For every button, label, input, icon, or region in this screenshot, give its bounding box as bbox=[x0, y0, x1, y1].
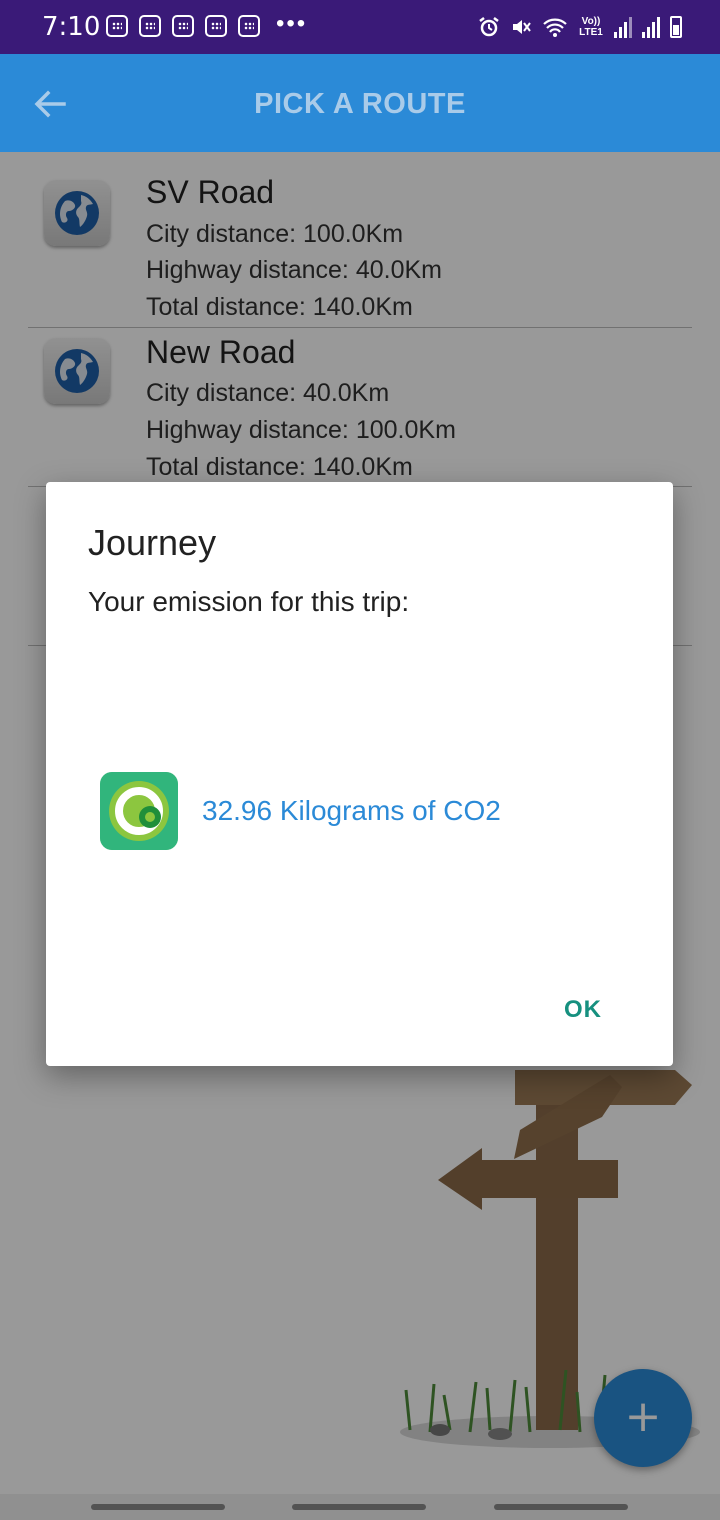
emission-value: 32.96 Kilograms of CO2 bbox=[202, 795, 501, 826]
page-title: PICK A ROUTE bbox=[254, 88, 466, 120]
alarm-icon bbox=[479, 17, 499, 37]
app-bar: PICK A ROUTE bbox=[0, 54, 720, 152]
signal-icon bbox=[642, 16, 660, 38]
more-notifications-icon: ••• bbox=[276, 10, 308, 37]
ok-button[interactable]: OK bbox=[564, 996, 602, 1024]
notification-icon bbox=[205, 15, 227, 37]
notification-icon bbox=[106, 15, 128, 37]
status-icons: Vo)) LTE1 bbox=[478, 14, 682, 40]
signal-icon bbox=[614, 16, 632, 38]
dialog-title: Journey bbox=[88, 522, 217, 563]
status-time: 7:10 bbox=[42, 12, 101, 42]
notification-icon bbox=[172, 15, 194, 37]
lte-indicator: Vo)) LTE1 bbox=[579, 16, 603, 38]
notification-icon bbox=[139, 15, 161, 37]
emission-dialog: Journey Your emission for this trip: 32.… bbox=[46, 482, 673, 1066]
battery-icon bbox=[670, 16, 682, 38]
app-logo-icon bbox=[100, 772, 178, 850]
mute-icon bbox=[513, 20, 531, 34]
dialog-message: Your emission for this trip: bbox=[88, 586, 410, 617]
status-bar: 7:10 ••• Vo)) LTE1 bbox=[0, 0, 720, 54]
wifi-icon bbox=[543, 18, 567, 37]
notification-icon bbox=[238, 15, 260, 37]
